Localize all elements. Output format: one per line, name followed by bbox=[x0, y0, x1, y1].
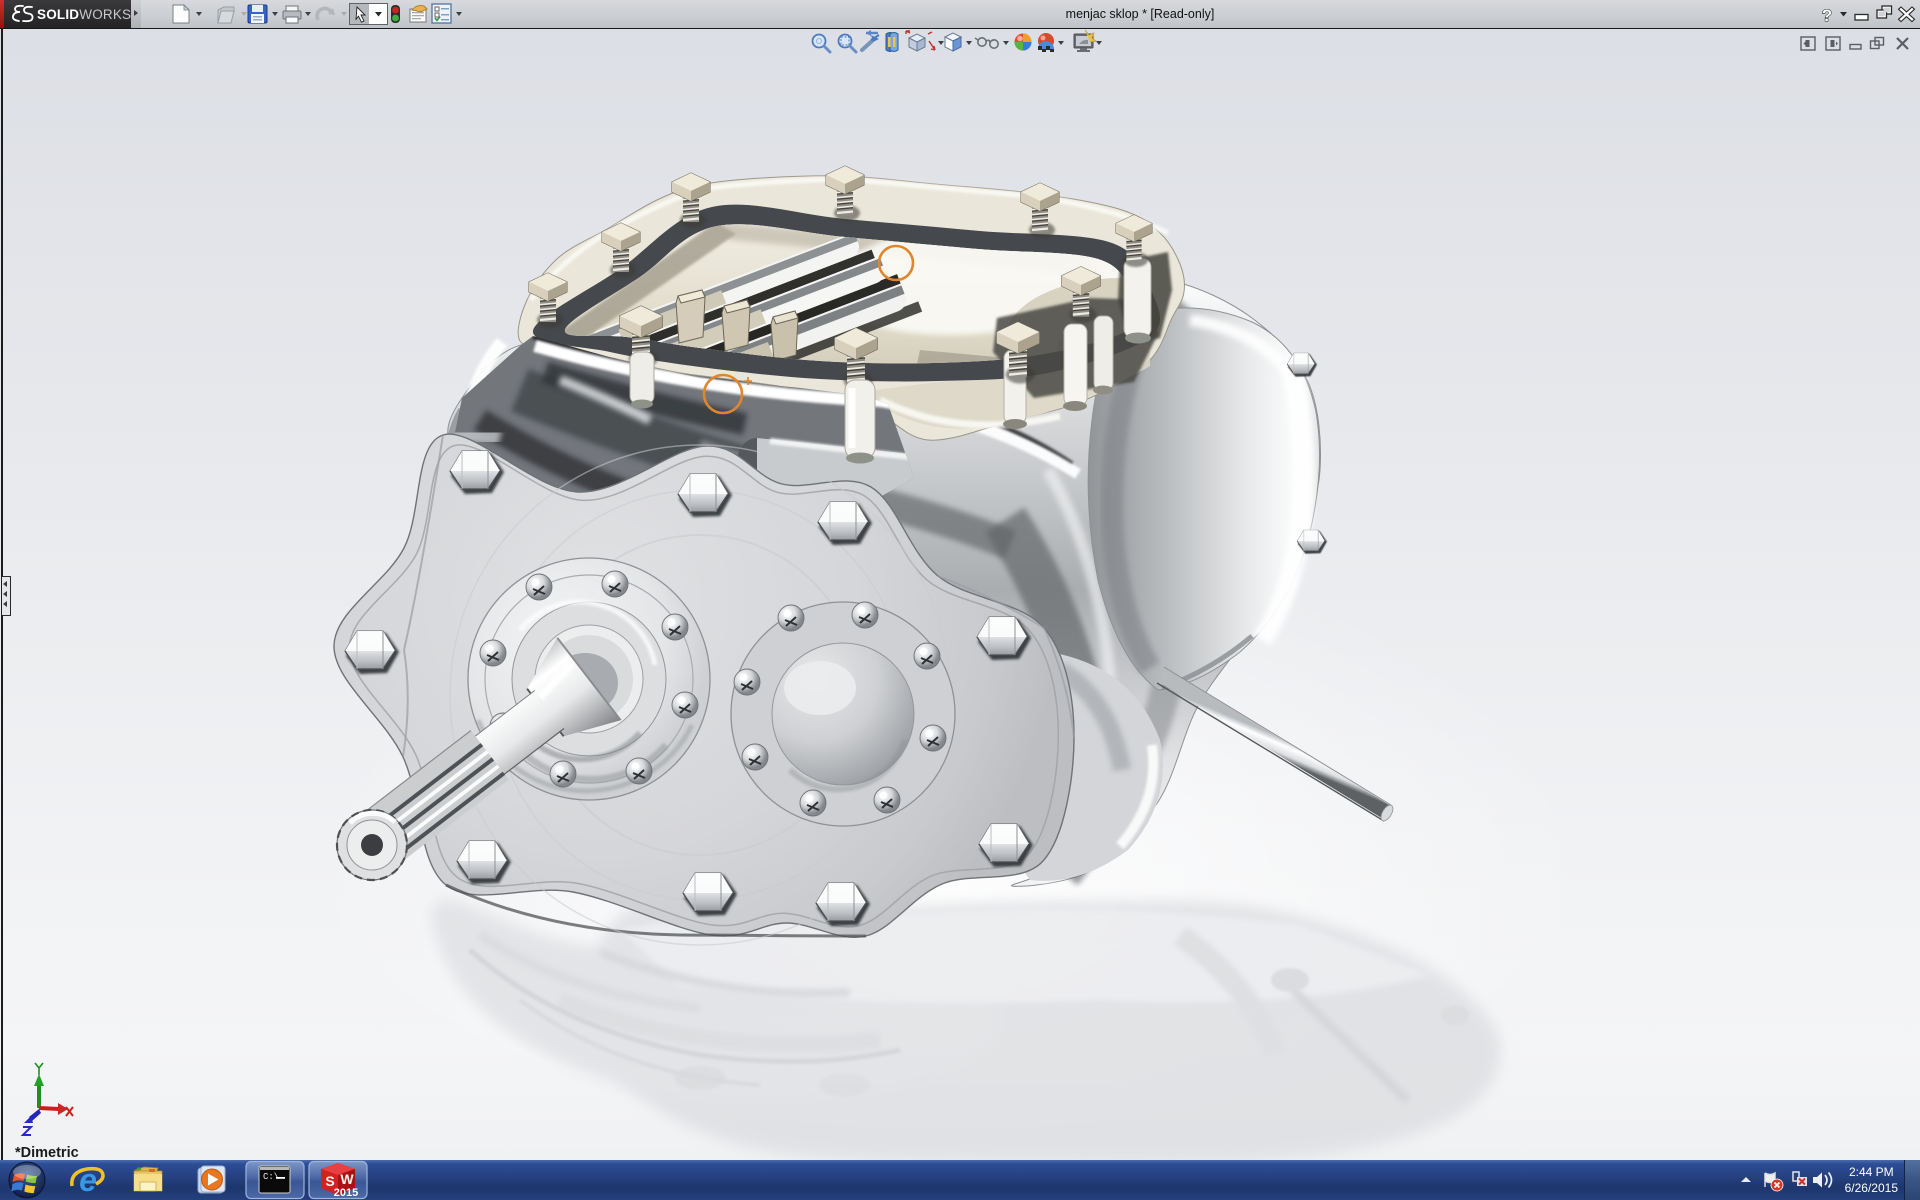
svg-text:W: W bbox=[340, 1171, 354, 1187]
svg-text:?: ? bbox=[1822, 6, 1832, 25]
svg-text:2015: 2015 bbox=[334, 1187, 358, 1199]
